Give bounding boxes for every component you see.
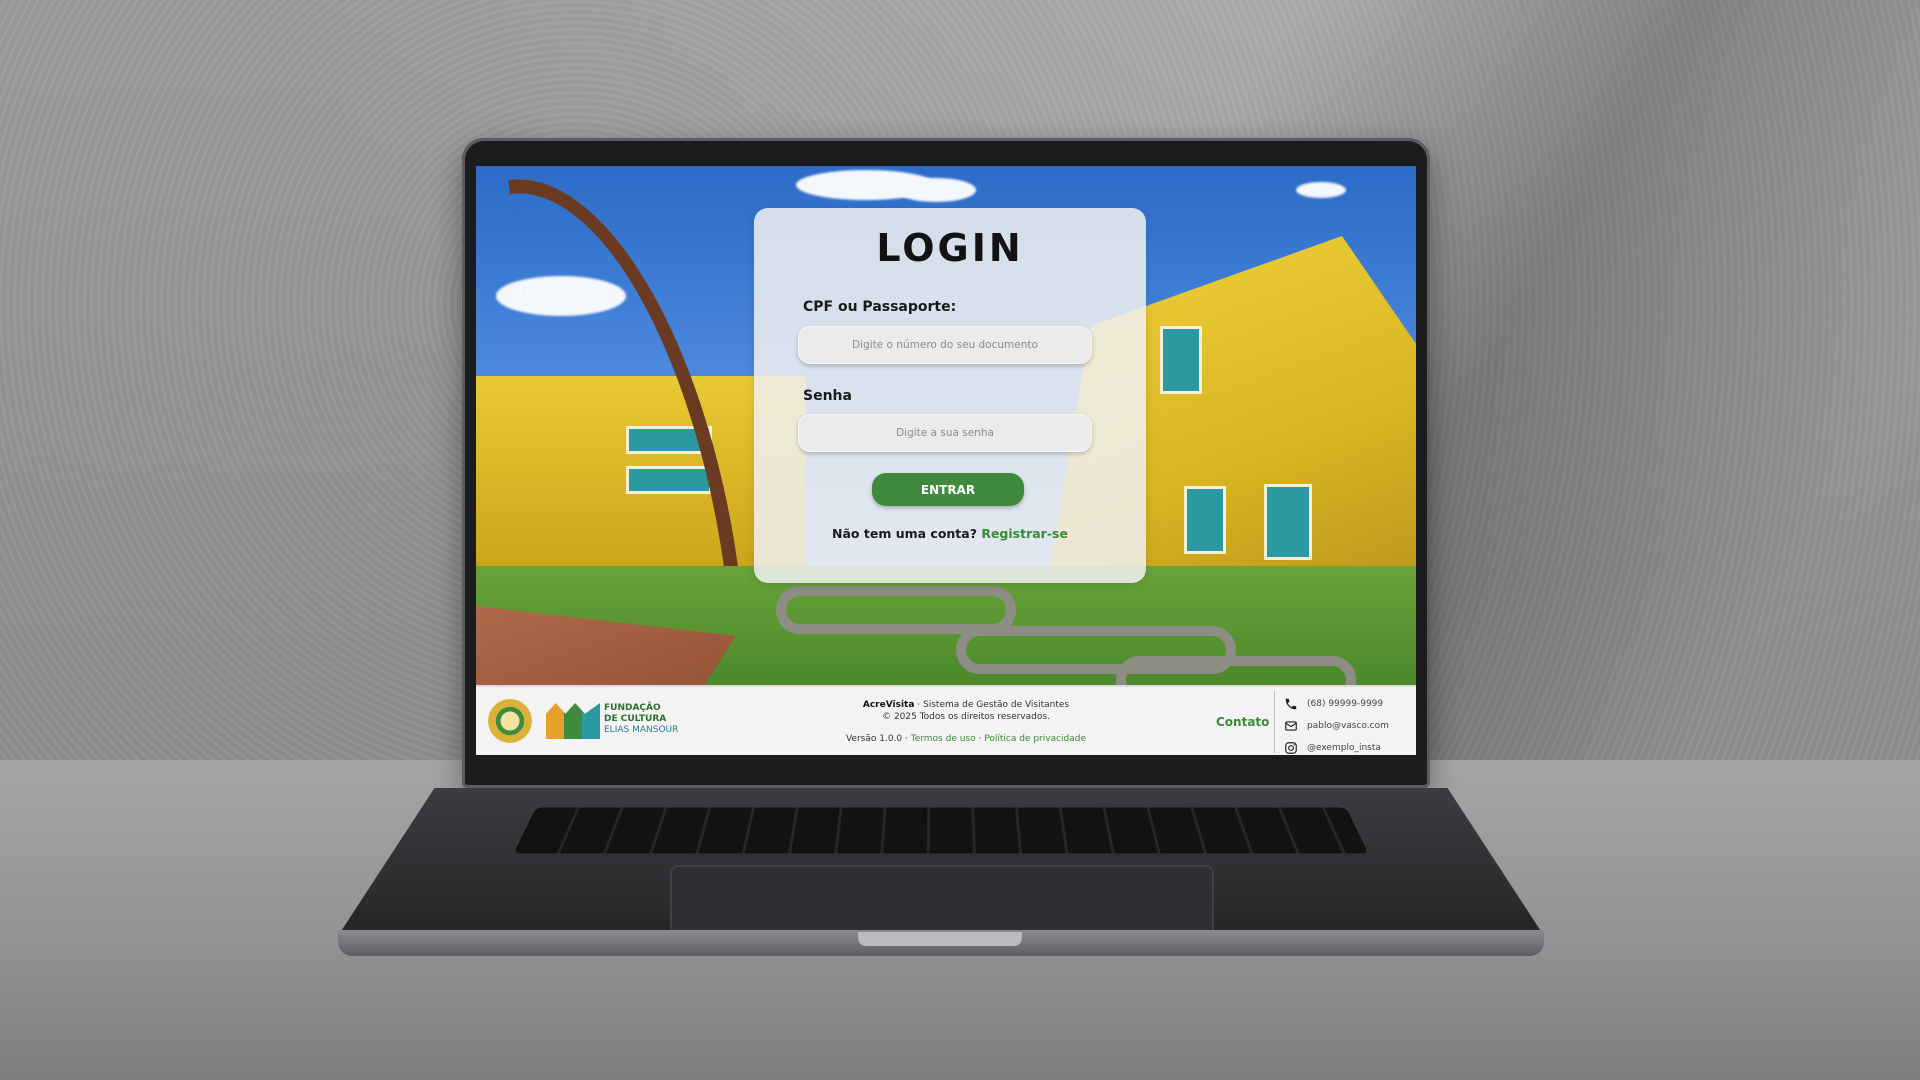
laptop-screen: LOGIN CPF ou Passaporte: Senha ENTRAR Nã…	[476, 166, 1416, 755]
password-label: Senha	[803, 388, 852, 404]
building-window	[1160, 326, 1202, 394]
logo-line: ELIAS MANSOUR	[604, 725, 679, 735]
instagram-text: @exemplo_insta	[1307, 743, 1381, 753]
register-prompt: Não tem uma conta? Registrar-se	[754, 526, 1146, 541]
document-label: CPF ou Passaporte:	[803, 299, 957, 315]
contact-list: (68) 99999-9999 pablo@vasco.com @exemplo…	[1284, 693, 1389, 755]
state-seal-logo	[488, 699, 532, 743]
building-window	[1264, 484, 1312, 560]
laptop-trackpad	[670, 865, 1214, 937]
cloud	[896, 178, 976, 202]
contact-phone[interactable]: (68) 99999-9999	[1284, 693, 1389, 715]
contact-heading: Contato	[1216, 715, 1270, 729]
phone-icon	[1285, 698, 1297, 710]
phone-text: (68) 99999-9999	[1307, 699, 1384, 709]
instagram-icon	[1285, 742, 1297, 754]
privacy-link[interactable]: Política de privacidade	[984, 734, 1086, 744]
no-account-text: Não tem uma conta?	[832, 526, 977, 541]
fundacao-cultura-logo-mark	[546, 703, 600, 739]
login-card: LOGIN CPF ou Passaporte: Senha ENTRAR Nã…	[754, 208, 1146, 583]
password-input[interactable]	[798, 414, 1092, 452]
app-subtitle: · Sistema de Gestão de Visitantes	[917, 700, 1070, 710]
terms-link[interactable]: Termos de uso	[911, 734, 976, 744]
copyright: © 2025 Todos os direitos reservados.	[882, 712, 1050, 722]
register-link[interactable]: Registrar-se	[981, 526, 1068, 541]
footer-links: Versão 1.0.0 · Termos de uso · Política …	[776, 733, 1156, 745]
version-text: Versão 1.0.0 ·	[845, 734, 908, 744]
cloud	[1296, 182, 1346, 198]
footer-divider	[1274, 691, 1275, 753]
enter-button[interactable]: ENTRAR	[872, 473, 1024, 506]
laptop-notch	[858, 932, 1022, 946]
footer-info: AcreVisita · Sistema de Gestão de Visita…	[776, 699, 1156, 745]
fundacao-cultura-logo-text: FUNDAÇÃO DE CULTURA ELIAS MANSOUR	[604, 703, 678, 736]
laptop-keyboard	[513, 807, 1369, 854]
link-separator: ·	[978, 734, 982, 744]
logo-line: FUNDAÇÃO	[604, 703, 661, 713]
contact-email[interactable]: pablo@vasco.com	[1284, 715, 1389, 737]
app-name: AcreVisita	[862, 700, 915, 710]
page-footer: FUNDAÇÃO DE CULTURA ELIAS MANSOUR AcreVi…	[476, 685, 1416, 755]
mail-icon	[1285, 721, 1297, 731]
login-title: LOGIN	[876, 226, 1024, 270]
logo-line: DE CULTURA	[604, 714, 667, 724]
building-window	[1184, 486, 1226, 554]
contact-instagram[interactable]: @exemplo_insta	[1284, 737, 1389, 755]
email-text: pablo@vasco.com	[1307, 721, 1389, 731]
document-input[interactable]	[798, 326, 1092, 364]
